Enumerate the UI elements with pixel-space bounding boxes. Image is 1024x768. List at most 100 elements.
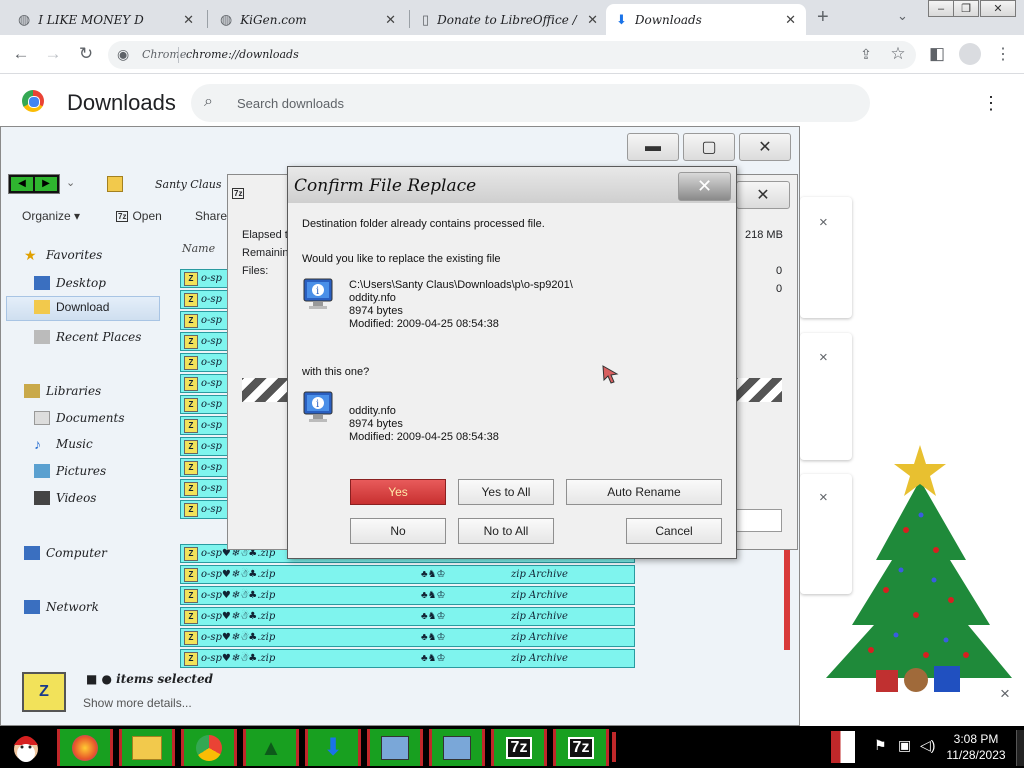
yes-button[interactable]: Yes bbox=[350, 479, 446, 505]
zip-file-icon: Z bbox=[184, 502, 198, 517]
no-to-all-button[interactable]: No to All bbox=[458, 518, 554, 544]
no-button[interactable]: No bbox=[350, 518, 446, 544]
volume-icon[interactable]: ◁) bbox=[920, 737, 935, 754]
menu-dots-icon[interactable]: ⋮ bbox=[982, 93, 1000, 114]
address-url[interactable]: chrome://downloads bbox=[186, 48, 299, 61]
taskbar-chrome[interactable] bbox=[181, 729, 237, 766]
back-icon[interactable]: ◀ bbox=[11, 177, 33, 191]
taskbar-downloads[interactable]: ⬇ bbox=[305, 729, 361, 766]
nav-network[interactable]: Network bbox=[24, 600, 99, 614]
zip-file-icon: Z bbox=[184, 334, 198, 349]
maximize-icon[interactable]: ▢ bbox=[683, 133, 735, 161]
file-row[interactable]: Zo-sp♥❄☃♣.zip ♣♞♔ zip Archive bbox=[180, 607, 635, 626]
security-flag-icon[interactable]: ⚑ bbox=[874, 737, 887, 754]
forward-icon[interactable]: → bbox=[42, 43, 64, 65]
close-icon[interactable]: × bbox=[819, 214, 828, 231]
nav-recent-places[interactable]: Recent Places bbox=[34, 330, 141, 344]
nav-download[interactable]: Download bbox=[34, 300, 109, 314]
taskbar-7z-2[interactable]: 7z bbox=[553, 729, 609, 766]
zip-file-icon: Z bbox=[184, 376, 198, 391]
open-button[interactable]: 7z Open bbox=[116, 209, 162, 223]
auto-rename-button[interactable]: Auto Rename bbox=[566, 479, 722, 505]
network-tray-icon[interactable]: ▣ bbox=[898, 737, 911, 754]
minimize-icon[interactable]: – bbox=[928, 0, 954, 17]
plus-icon[interactable]: + bbox=[817, 6, 829, 29]
nav-pictures[interactable]: Pictures bbox=[34, 464, 106, 478]
show-more-details-link[interactable]: Show more details... bbox=[83, 696, 192, 710]
taskbar-7z-1[interactable]: 7z bbox=[491, 729, 547, 766]
share-icon[interactable]: ⇪ bbox=[855, 43, 877, 65]
taskbar-firefox[interactable] bbox=[57, 729, 113, 766]
taskbar-file-explorer[interactable] bbox=[119, 729, 175, 766]
taskbar-network-1[interactable] bbox=[367, 729, 423, 766]
close-icon[interactable]: ✕ bbox=[678, 172, 731, 201]
file-row[interactable]: Zo-sp♥❄☃♣.zip ♣♞♔ zip Archive bbox=[180, 586, 635, 605]
yes-to-all-button[interactable]: Yes to All bbox=[458, 479, 554, 505]
side-panel-icon[interactable]: ◧ bbox=[926, 43, 948, 65]
with-this-one-label: with this one? bbox=[302, 366, 370, 378]
profile-avatar-icon[interactable] bbox=[959, 43, 981, 65]
tab-libreoffice[interactable]: ▯ Donate to LibreOffice / Lib ✕ bbox=[412, 4, 608, 35]
nav-desktop[interactable]: Desktop bbox=[34, 276, 106, 290]
zip-file-icon: Z bbox=[184, 313, 198, 328]
back-icon[interactable]: ← bbox=[10, 43, 32, 65]
close-icon[interactable]: ✕ bbox=[385, 12, 396, 28]
nav-documents[interactable]: Documents bbox=[34, 411, 124, 425]
progress-button[interactable] bbox=[736, 509, 782, 532]
address-divider bbox=[178, 47, 179, 63]
system-clock[interactable]: 3:08 PM 11/28/2023 bbox=[940, 731, 1012, 763]
existing-modified: Modified: 2009-04-25 08:54:38 bbox=[349, 318, 499, 330]
taskbar-christmas-tree[interactable]: ▲ bbox=[243, 729, 299, 766]
zip-file-icon: Z bbox=[184, 546, 198, 561]
start-button-santa-icon[interactable] bbox=[4, 728, 48, 766]
nav-computer[interactable]: Computer bbox=[24, 546, 107, 560]
destination-message: Destination folder already contains proc… bbox=[302, 218, 545, 230]
computer-icon bbox=[24, 546, 40, 560]
close-icon[interactable]: ✕ bbox=[183, 12, 194, 28]
back-forward-buttons[interactable]: ◀ ▶ bbox=[8, 174, 60, 194]
globe-icon: ◍ bbox=[18, 11, 31, 27]
star-icon[interactable]: ☆ bbox=[887, 43, 909, 65]
close-icon[interactable]: ✕ bbox=[785, 12, 796, 28]
close-icon[interactable]: ✕ bbox=[736, 181, 790, 209]
forward-icon[interactable]: ▶ bbox=[35, 177, 57, 191]
chevron-down-icon[interactable]: ⌄ bbox=[66, 176, 75, 189]
nav-favorites[interactable]: ★ Favorites bbox=[24, 248, 102, 262]
desktop-icon bbox=[34, 276, 50, 290]
file-row[interactable]: Zo-sp♥❄☃♣.zip ♣♞♔ zip Archive bbox=[180, 649, 635, 668]
restore-icon[interactable]: ❐ bbox=[953, 0, 979, 17]
svg-text:i: i bbox=[316, 399, 319, 410]
tab-i-like-money[interactable]: ◍ I LIKE MONEY D ✕ bbox=[8, 4, 204, 35]
zip-file-icon: Z bbox=[184, 630, 198, 645]
download-icon: ⬇ bbox=[616, 11, 627, 27]
column-header-name[interactable]: Name bbox=[182, 242, 215, 255]
menu-dots-icon[interactable]: ⋮ bbox=[992, 43, 1014, 65]
organize-button[interactable]: Organize ▾ bbox=[22, 209, 80, 223]
music-icon: ♪ bbox=[34, 436, 41, 452]
file-monitor-icon: i bbox=[303, 391, 333, 422]
file-row[interactable]: Zo-sp♥❄☃♣.zip ♣♞♔ zip Archive bbox=[180, 565, 635, 584]
close-icon[interactable]: ✕ bbox=[587, 12, 598, 28]
new-name: oddity.nfo bbox=[349, 405, 396, 417]
show-desktop-button[interactable] bbox=[1016, 730, 1024, 766]
close-icon[interactable]: ✕ bbox=[739, 133, 791, 161]
existing-size: 8974 bytes bbox=[349, 305, 403, 317]
file-row[interactable]: Zo-sp♥❄☃♣.zip ♣♞♔ zip Archive bbox=[180, 628, 635, 647]
tab-kigen[interactable]: ◍ KiGen.com ✕ bbox=[210, 4, 406, 35]
chevron-down-icon[interactable]: ⌄ bbox=[897, 8, 908, 24]
share-button[interactable]: Share bbox=[195, 209, 227, 223]
tab-downloads[interactable]: ⬇ Downloads ✕ bbox=[606, 4, 806, 35]
scrollbar[interactable] bbox=[784, 550, 790, 650]
nav-music[interactable]: ♪ Music bbox=[34, 437, 93, 451]
chrome-icon: ◉ bbox=[117, 46, 130, 62]
close-icon[interactable]: × bbox=[819, 349, 828, 366]
zip-file-icon: Z bbox=[184, 460, 198, 475]
taskbar-network-2[interactable] bbox=[429, 729, 485, 766]
close-icon[interactable]: ✕ bbox=[980, 0, 1016, 17]
nav-videos[interactable]: Videos bbox=[34, 491, 96, 505]
nav-libraries[interactable]: Libraries bbox=[24, 384, 101, 398]
cancel-button[interactable]: Cancel bbox=[626, 518, 722, 544]
reload-icon[interactable]: ↻ bbox=[75, 43, 97, 65]
show-hidden-icons[interactable] bbox=[831, 731, 855, 763]
minimize-icon[interactable]: ▬ bbox=[627, 133, 679, 161]
